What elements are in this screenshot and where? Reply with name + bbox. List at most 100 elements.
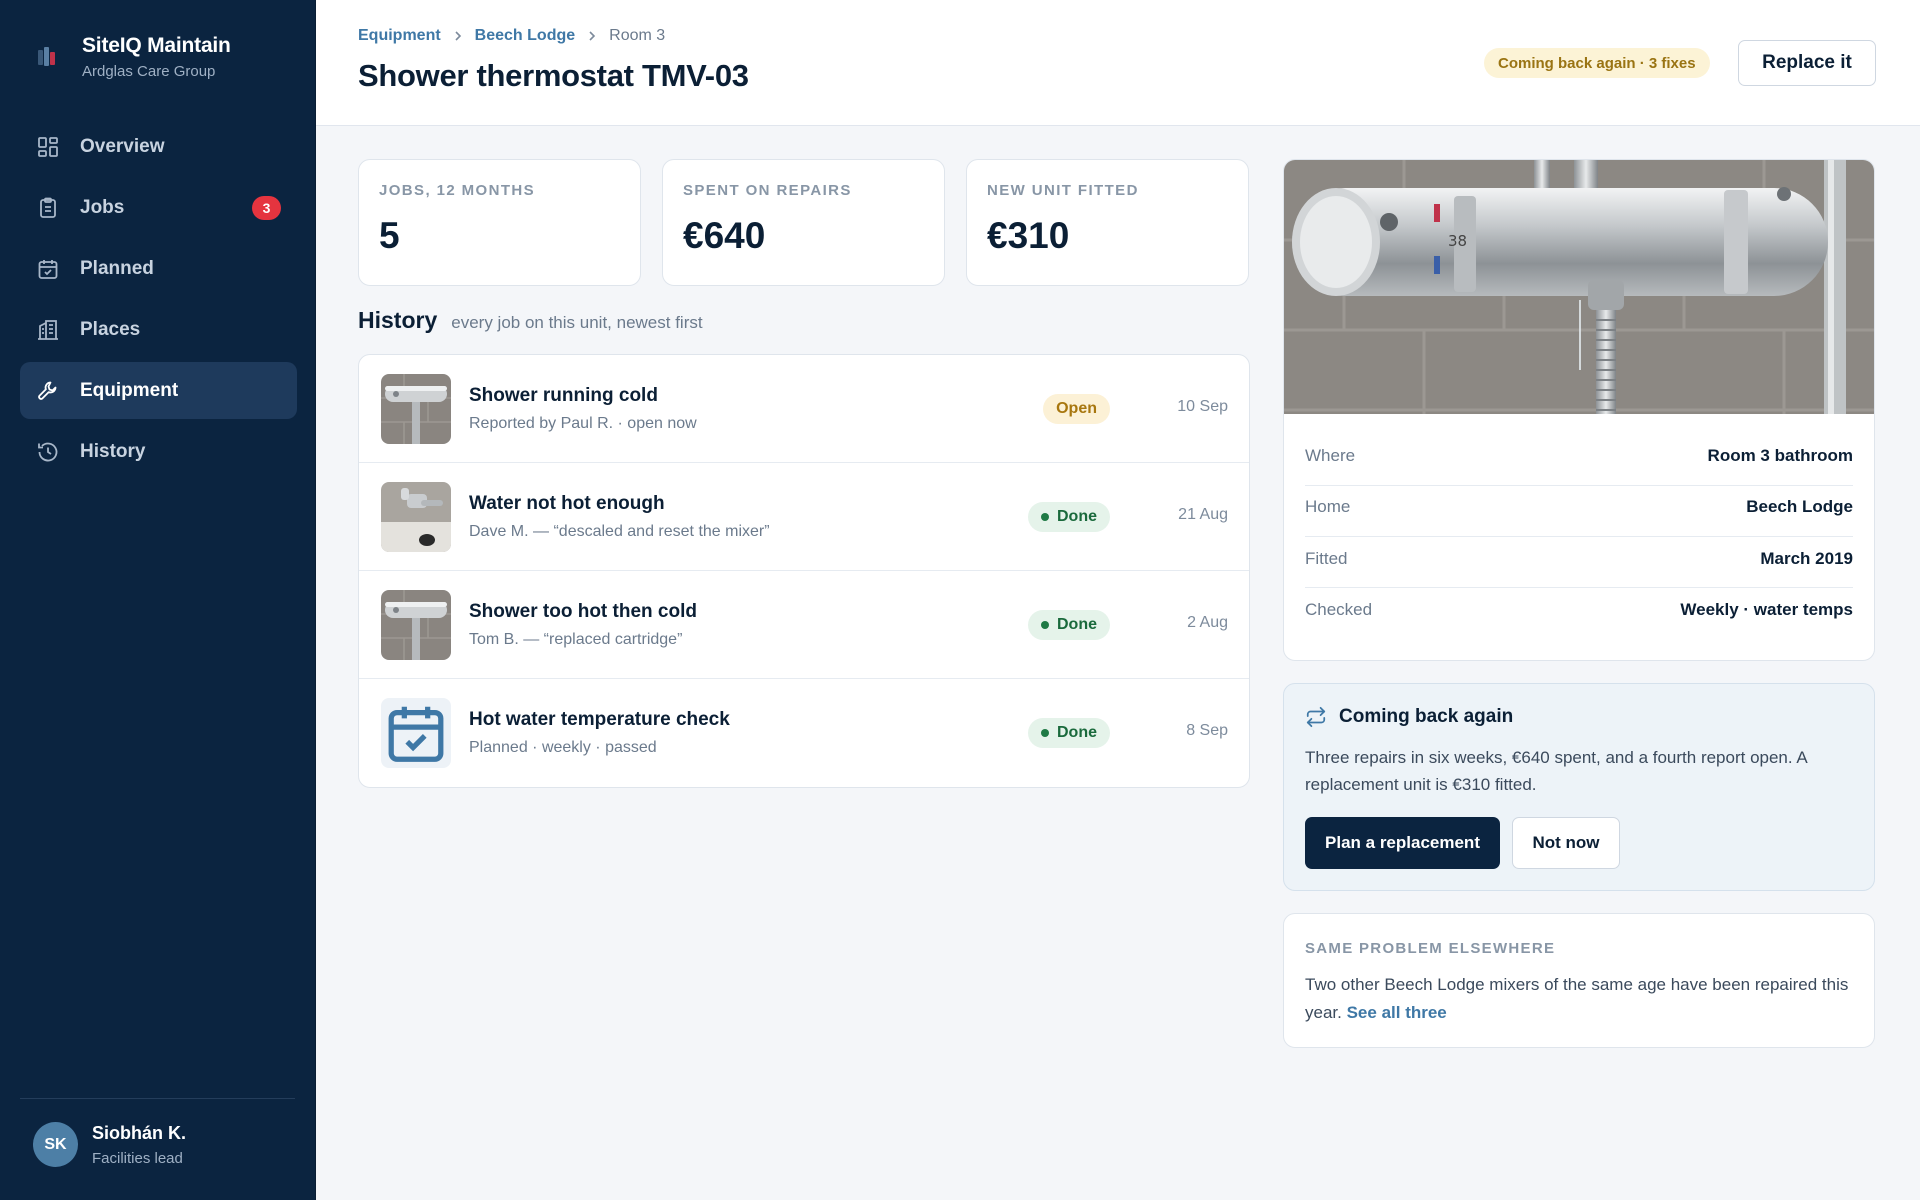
page-title: Shower thermostat TMV-03 [358, 58, 749, 93]
history-icon [36, 440, 60, 464]
status-badge: Done [1028, 502, 1110, 532]
nav-item-label: Jobs [80, 196, 125, 218]
job-photo-thumbnail [381, 590, 451, 660]
alert-title-text: Coming back again [1339, 706, 1514, 727]
see-all-three-link[interactable]: See all three [1347, 1003, 1447, 1022]
equipment-photo: 38 [1284, 160, 1874, 414]
detail-row-checked: Checked Weekly · water temps [1305, 600, 1853, 620]
job-detail: Tom B. — “replaced cartridge” [469, 631, 683, 648]
status-badge: Done [1028, 610, 1110, 640]
grid-icon [36, 135, 60, 159]
stat-value: €640 [683, 215, 766, 256]
history-list: Shower running cold Reported by Paul R. … [358, 354, 1250, 788]
replace-button[interactable]: Replace it [1738, 40, 1876, 86]
status-dot-icon [1041, 513, 1049, 521]
calendar-check-icon [36, 257, 60, 281]
status-label: Done [1057, 724, 1097, 741]
job-photo-thumbnail [381, 482, 451, 552]
history-row[interactable]: Shower running cold Reported by Paul R. … [359, 355, 1249, 463]
breadcrumb: Equipment Beech Lodge Room 3 [358, 27, 665, 45]
stat-label: JOBS, 12 MONTHS [379, 182, 536, 199]
detail-row-home: Home Beech Lodge [1305, 497, 1853, 517]
divider [1305, 485, 1853, 486]
same-problem-elsewhere-card: SAME PROBLEM ELSEWHERE Two other Beech L… [1283, 913, 1875, 1048]
history-title: History [358, 307, 438, 333]
detail-key: Fitted [1305, 549, 1348, 568]
stat-card-jobs: JOBS, 12 MONTHS 5 [358, 159, 641, 286]
sidebar: SiteIQ Maintain Ardglas Care Group Overv… [0, 0, 316, 1200]
user-profile[interactable]: SK Siobhán K. Facilities lead [33, 1122, 186, 1167]
history-subtitle: every job on this unit, newest first [451, 313, 703, 332]
stat-label: NEW UNIT FITTED [987, 182, 1139, 199]
nav-item-history[interactable]: History [20, 423, 297, 480]
wrench-icon [36, 379, 60, 403]
page-header: Equipment Beech Lodge Room 3 Shower ther… [316, 0, 1920, 126]
building-icon [36, 318, 60, 342]
detail-row-fitted: Fitted March 2019 [1305, 549, 1853, 569]
detail-key: Checked [1305, 600, 1373, 619]
nav-item-equipment[interactable]: Equipment [20, 362, 297, 419]
detail-value: March 2019 [1760, 549, 1853, 568]
job-detail: Dave M. — “descaled and reset the mixer” [469, 523, 770, 540]
detail-value: Room 3 bathroom [1707, 446, 1853, 465]
equipment-details-card: 38 Where Room 3 bathroom Home Beech Lodg… [1283, 159, 1875, 661]
job-date: 2 Aug [1187, 614, 1228, 631]
nav-item-label: Equipment [80, 379, 179, 401]
detail-key: Home [1305, 497, 1351, 516]
job-photo-thumbnail [381, 374, 451, 444]
history-row[interactable]: Shower too hot then cold Tom B. — “repla… [359, 571, 1249, 679]
clipboard-icon [36, 196, 60, 220]
nav-item-label: Planned [80, 257, 154, 279]
status-dot-icon [1041, 729, 1049, 737]
history-row[interactable]: Hot water temperature check Planned · we… [359, 679, 1249, 787]
job-date: 8 Sep [1186, 722, 1228, 739]
job-title: Shower running cold [469, 385, 658, 406]
avatar: SK [33, 1122, 78, 1167]
job-detail: Planned · weekly · passed [469, 739, 657, 756]
repeat-icon [1305, 706, 1327, 728]
stat-value: €310 [987, 215, 1070, 256]
detail-key: Where [1305, 446, 1356, 465]
job-date: 21 Aug [1178, 506, 1228, 523]
nav-item-label: History [80, 440, 146, 462]
stat-card-spent: SPENT ON REPAIRS €640 [662, 159, 945, 286]
chevron-right-icon [453, 30, 463, 42]
detail-row-where: Where Room 3 bathroom [1305, 446, 1853, 466]
status-dot-icon [1041, 621, 1049, 629]
alert-body: Three repairs in six weeks, €640 spent, … [1305, 748, 1807, 794]
status-label: Done [1057, 508, 1097, 525]
job-detail: Reported by Paul R. · open now [469, 415, 697, 432]
not-now-button[interactable]: Not now [1512, 817, 1620, 869]
stat-value: 5 [379, 215, 400, 256]
nav-item-places[interactable]: Places [20, 301, 297, 358]
brand-name: SiteIQ Maintain [82, 34, 231, 57]
nav-item-planned[interactable]: Planned [20, 240, 297, 297]
section-label: SAME PROBLEM ELSEWHERE [1305, 940, 1556, 957]
elsewhere-body: Two other Beech Lodge mixers of the same… [1305, 971, 1865, 1027]
job-title: Water not hot enough [469, 493, 665, 514]
history-row[interactable]: Water not hot enough Dave M. — “descaled… [359, 463, 1249, 571]
plan-replacement-button[interactable]: Plan a replacement [1305, 817, 1500, 869]
breadcrumb-beech-lodge[interactable]: Beech Lodge [475, 27, 575, 45]
sidebar-divider [20, 1098, 295, 1099]
status-label: Done [1057, 616, 1097, 633]
detail-value: Weekly · water temps [1680, 600, 1853, 619]
jobs-count-badge: 3 [252, 196, 281, 220]
job-title: Hot water temperature check [469, 709, 730, 730]
status-badge: Open [1043, 394, 1110, 424]
calendar-check-icon [381, 698, 451, 768]
breadcrumb-equipment[interactable]: Equipment [358, 27, 441, 45]
nav-item-overview[interactable]: Overview [20, 118, 297, 175]
breadcrumb-current: Room 3 [609, 27, 666, 44]
status-badge: Done [1028, 718, 1110, 748]
brand-org: Ardglas Care Group [82, 63, 216, 80]
divider [1305, 536, 1853, 537]
nav-item-jobs[interactable]: Jobs 3 [20, 179, 297, 236]
divider [1305, 587, 1853, 588]
stat-label: SPENT ON REPAIRS [683, 182, 852, 199]
brand[interactable]: SiteIQ Maintain Ardglas Care Group [34, 34, 231, 80]
recurring-fault-alert: Coming back again Three repairs in six w… [1283, 683, 1875, 891]
user-role: Facilities lead [92, 1149, 183, 1167]
stat-card-new-unit: NEW UNIT FITTED €310 [966, 159, 1249, 286]
job-title: Shower too hot then cold [469, 601, 697, 622]
